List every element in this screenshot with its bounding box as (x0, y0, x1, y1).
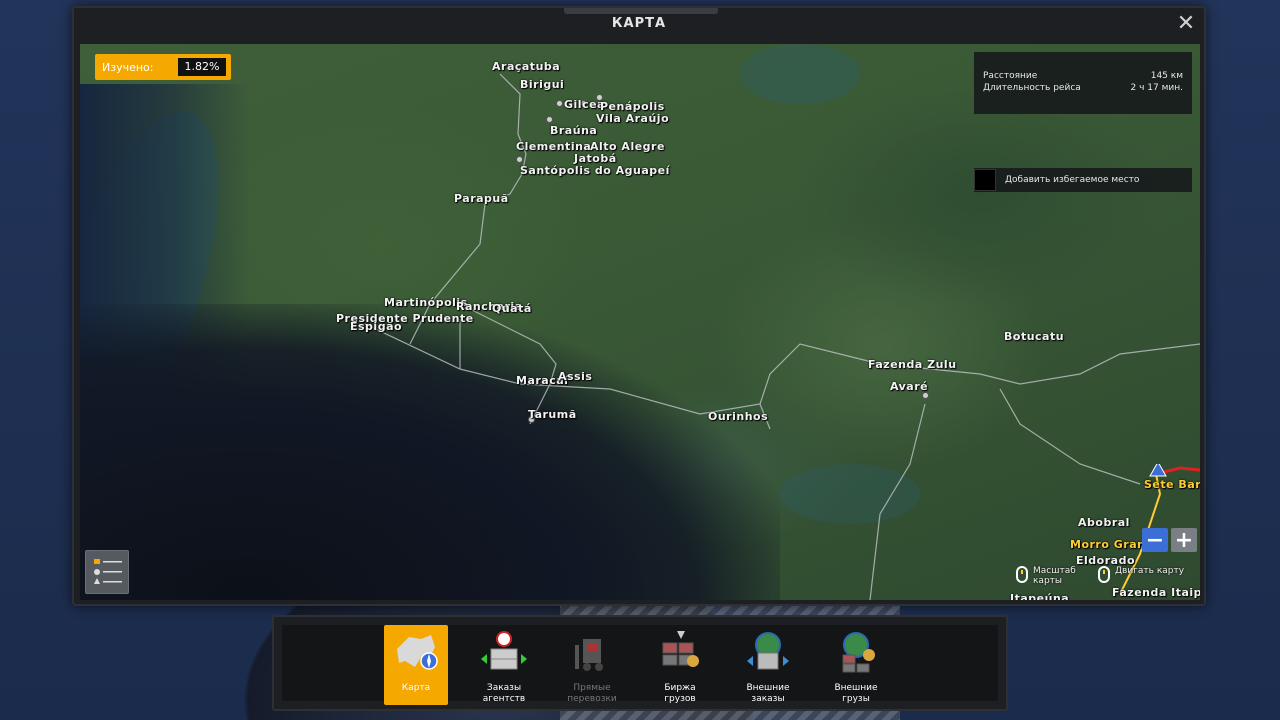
title-tab (564, 8, 718, 14)
city-label: Botucatu (1004, 330, 1065, 343)
city-label: Araçatuba (492, 60, 561, 73)
city-label: Vila Araújo (596, 112, 670, 125)
city-label: Ourinhos (708, 410, 769, 423)
forklift-icon (575, 639, 603, 671)
city-label: Tarumã (528, 408, 577, 421)
toolbar-map-button[interactable]: Карта (384, 625, 448, 705)
add-avoid-place-button[interactable]: Добавить избегаемое место (974, 168, 1192, 192)
city-dot (556, 100, 563, 107)
toolbar-external-cargo-label: Внешние грузы (834, 683, 878, 704)
zoom-in-button[interactable]: + (1171, 527, 1197, 553)
city-dot (546, 116, 553, 123)
city-dot (922, 392, 929, 399)
legend-icon (94, 559, 122, 584)
city-label: Fazenda Zulu (868, 358, 957, 371)
city-label: Birigui (520, 78, 565, 91)
drag-hint: Двигать карту (1098, 566, 1184, 583)
toolbar-agency-orders-button[interactable]: Заказы агентств (472, 625, 536, 705)
bottom-toolbar: Карта Заказы агентств Прямые перевозки Б… (272, 615, 1008, 711)
minus-icon: − (1145, 527, 1165, 553)
zoom-hint: Масштаб карты (1016, 566, 1090, 586)
city-dot (516, 156, 523, 163)
close-button[interactable]: ✕ (1176, 11, 1196, 36)
city-label: Santópolis do Aguapeí (520, 164, 670, 177)
city-label: Fazenda Itaipé (1112, 586, 1200, 599)
add-avoid-place-label: Добавить избегаемое место (1005, 175, 1140, 185)
city-label: Itapeúna (1010, 592, 1070, 600)
cargo-market-icon (662, 631, 699, 667)
map-canvas[interactable]: Araçatuba Birigui Gilcea Penápolis Vila … (80, 44, 1200, 600)
city-label: Quatá (492, 302, 532, 315)
toolbar-external-orders-button[interactable]: Внешние заказы (736, 625, 800, 705)
toolbar-agency-orders-label: Заказы агентств (482, 683, 526, 704)
city-label: Gilcea (564, 98, 605, 111)
duration-value: 2 ч 17 мин. (1130, 83, 1183, 93)
zoom-out-button[interactable]: − (1142, 527, 1168, 553)
duration-label: Длительность рейса (983, 83, 1081, 93)
road-segment (459, 303, 557, 425)
mouse-drag-icon (1098, 566, 1110, 583)
toolbar-direct-transport-button[interactable]: Прямые перевозки (560, 625, 624, 705)
plus-icon: + (1174, 527, 1194, 553)
mouse-scroll-icon (1016, 566, 1028, 583)
city-label: Avaré (890, 380, 929, 393)
avoid-place-icon (974, 169, 996, 191)
close-icon: ✕ (1176, 11, 1196, 36)
zoom-hint-label: Масштаб карты (1033, 566, 1076, 586)
toolbar-external-cargo-button[interactable]: Внешние грузы (824, 625, 888, 705)
external-cargo-icon (842, 632, 875, 673)
route-info-panel: Расстояние 145 км Длительность рейса 2 ч… (974, 52, 1192, 114)
external-orders-icon (747, 632, 789, 670)
agency-orders-icon (481, 631, 527, 670)
distance-label: Расстояние (983, 71, 1038, 81)
city-label: Braúna (550, 124, 598, 137)
explored-badge: Изучено: 1.82% (95, 54, 231, 80)
toolbar-cargo-market-button[interactable]: Биржа грузов (648, 625, 712, 705)
window-title: КАРТА (611, 16, 667, 31)
distance-row: Расстояние 145 км (983, 70, 1183, 82)
city-label: Assis (558, 370, 593, 383)
toolbar-cargo-market-label: Биржа грузов (664, 683, 696, 704)
distance-value: 145 км (1150, 71, 1183, 81)
explored-label: Изучено: (102, 60, 154, 74)
toolbar-external-orders-label: Внешние заказы (746, 683, 790, 704)
road-segment (364, 323, 1200, 415)
road-segment (999, 388, 1141, 485)
toolbar-map-label: Карта (401, 683, 431, 693)
duration-row: Длительность рейса 2 ч 17 мин. (983, 82, 1183, 94)
player-position-icon (1149, 464, 1167, 477)
drag-hint-label: Двигать карту (1115, 566, 1185, 576)
explored-value: 1.82% (178, 58, 226, 76)
city-label: Espigão (350, 320, 403, 333)
road-network (364, 73, 1200, 600)
city-label: Abobral (1078, 516, 1130, 529)
toolbar-direct-transport-label: Прямые перевозки (567, 683, 617, 704)
legend-button[interactable] (85, 550, 129, 594)
city-label: Sete Barras (1144, 478, 1200, 491)
road-segment (869, 403, 926, 600)
map-icon (397, 635, 438, 670)
map-window: КАРТА ✕ Araçatuba Birigui Gilcea Penápol… (72, 6, 1206, 606)
city-label: Parapuã (454, 192, 509, 205)
